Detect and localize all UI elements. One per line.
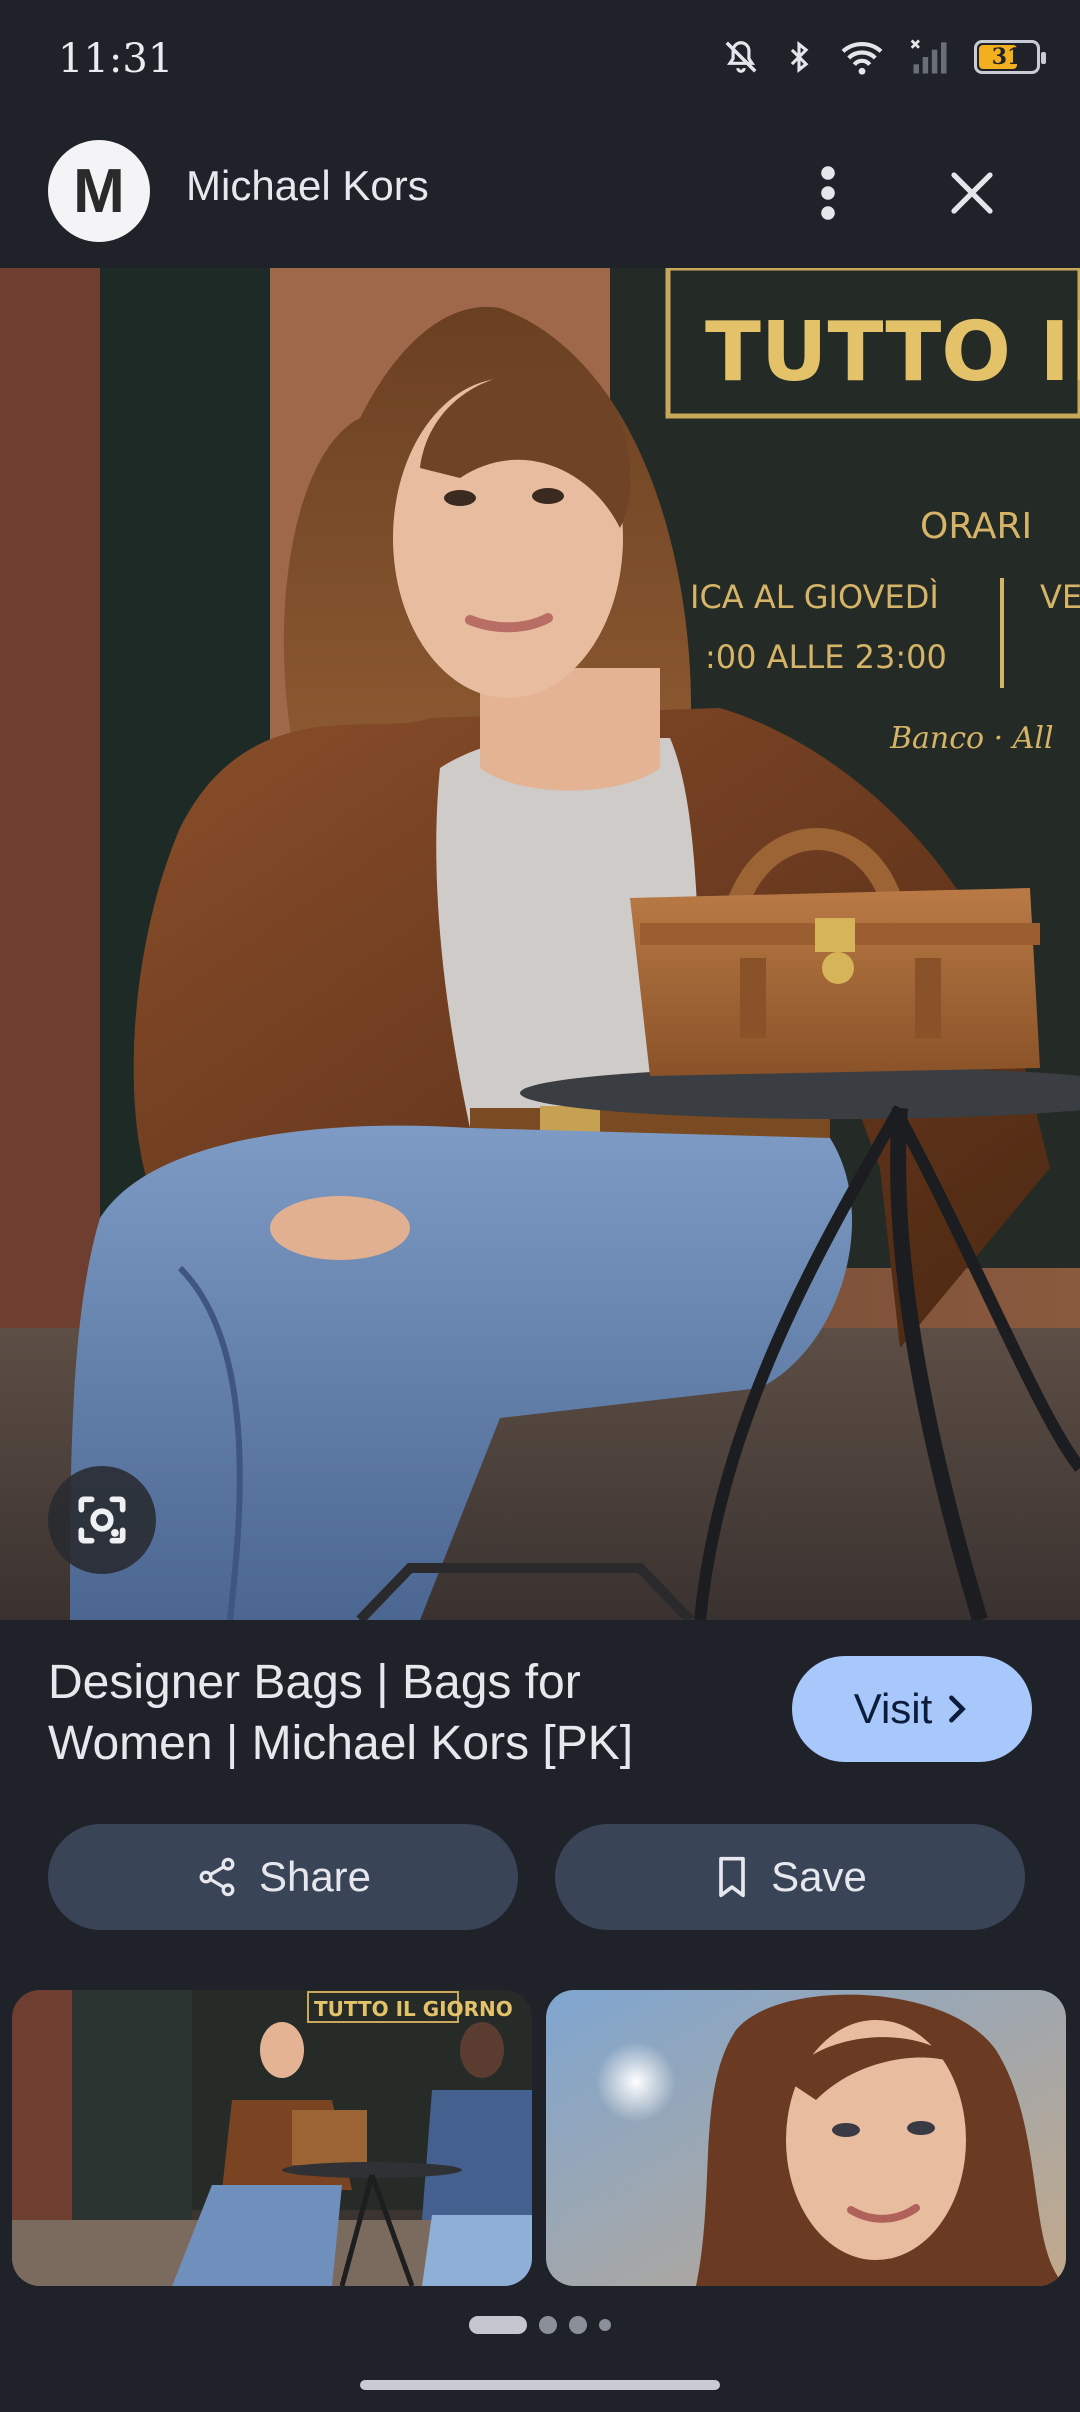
visit-label: Visit <box>853 1685 933 1732</box>
source-header: M Michael Kors <box>0 130 1080 260</box>
svg-text:Banco · All: Banco · All <box>889 721 1054 756</box>
chevron-right-icon <box>949 1695 967 1723</box>
visit-button[interactable]: Visit <box>792 1656 1032 1762</box>
signal-icon <box>908 38 952 76</box>
close-button[interactable] <box>942 160 1002 226</box>
close-icon <box>951 172 993 214</box>
share-icon <box>199 1857 235 1897</box>
status-time: 11:31 <box>58 36 174 82</box>
pager-dot[interactable] <box>599 2319 611 2331</box>
sign-text: TUTTO IL GI <box>705 305 1080 400</box>
lens-icon <box>78 1496 126 1544</box>
avatar-letter: M <box>73 156 125 226</box>
battery-level: 31 <box>991 44 1023 70</box>
related-image-thumbnail[interactable]: TUTTO IL GIORNO <box>12 1990 532 2286</box>
home-indicator[interactable] <box>360 2380 720 2390</box>
pager-dot[interactable] <box>539 2316 557 2334</box>
site-avatar[interactable]: M <box>48 140 150 242</box>
svg-text:ICA AL GIOVEDÌ: ICA AL GIOVEDÌ <box>690 578 939 616</box>
svg-text:ORARI: ORARI <box>920 506 1032 547</box>
share-label: Share <box>258 1853 372 1900</box>
share-button[interactable]: Share <box>48 1824 518 1930</box>
mute-icon <box>722 38 760 76</box>
pager-dot-active[interactable] <box>469 2316 527 2334</box>
more-options-button[interactable] <box>800 155 856 231</box>
save-label: Save <box>771 1853 867 1900</box>
result-title[interactable]: Designer Bags | Bags for Women | Michael… <box>48 1652 748 1774</box>
related-image-thumbnail[interactable] <box>546 1990 1066 2286</box>
svg-text:VE: VE <box>1040 578 1080 616</box>
status-icons: 31 <box>722 38 1046 76</box>
main-image[interactable]: TUTTO IL GI ORARI ICA AL GIOVEDÌ VE :00 … <box>0 268 1080 1620</box>
save-button[interactable]: Save <box>555 1824 1025 1930</box>
lens-search-button[interactable] <box>48 1466 156 1574</box>
pager-dot[interactable] <box>569 2316 587 2334</box>
bookmark-icon <box>719 1856 745 1898</box>
carousel-pager <box>0 2316 1080 2334</box>
site-name[interactable]: Michael Kors <box>186 162 429 210</box>
more-vert-icon <box>821 166 835 220</box>
svg-text:TUTTO IL GIORNO: TUTTO IL GIORNO <box>314 1997 513 2021</box>
svg-text::00 ALLE 23:00: :00 ALLE 23:00 <box>705 638 947 676</box>
battery-icon: 31 <box>974 40 1046 74</box>
wifi-icon <box>838 38 886 76</box>
status-bar: 11:31 31 <box>0 0 1080 120</box>
bluetooth-icon <box>782 38 816 76</box>
